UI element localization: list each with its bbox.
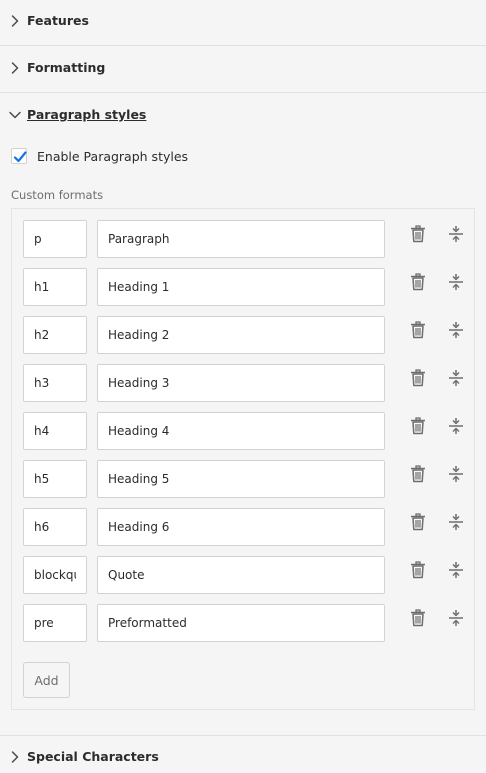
trash-icon: [411, 465, 425, 483]
format-row: [23, 316, 463, 354]
reorder-handle[interactable]: [441, 364, 471, 402]
format-name-input[interactable]: [97, 508, 385, 546]
custom-formats-label: Custom formats: [11, 188, 104, 202]
format-tag-input[interactable]: [23, 556, 87, 594]
format-tag-input[interactable]: [23, 508, 87, 546]
trash-icon: [411, 225, 425, 243]
delete-button[interactable]: [403, 556, 433, 594]
reorder-handle[interactable]: [441, 412, 471, 450]
move-vertical-icon: [449, 466, 463, 482]
trash-icon: [411, 273, 425, 291]
trash-icon: [411, 417, 425, 435]
reorder-handle[interactable]: [441, 460, 471, 498]
move-vertical-icon: [449, 370, 463, 386]
move-vertical-icon: [449, 514, 463, 530]
format-tag-input[interactable]: [23, 604, 87, 642]
delete-button[interactable]: [403, 604, 433, 642]
custom-formats-list: Add: [11, 208, 475, 710]
trash-icon: [411, 513, 425, 531]
format-row: [23, 220, 463, 258]
rte-plugins-panel: Features Formatting Paragraph styles Ena…: [0, 0, 486, 773]
chevron-right-icon: [11, 15, 19, 27]
move-vertical-icon: [449, 274, 463, 290]
delete-button[interactable]: [403, 316, 433, 354]
trash-icon: [411, 369, 425, 387]
delete-button[interactable]: [403, 268, 433, 306]
format-tag-input[interactable]: [23, 412, 87, 450]
section-features-header[interactable]: Features: [0, 0, 486, 46]
format-name-input[interactable]: [97, 364, 385, 402]
chevron-right-icon: [11, 62, 19, 74]
format-name-input[interactable]: [97, 268, 385, 306]
trash-icon: [411, 609, 425, 627]
reorder-handle[interactable]: [441, 316, 471, 354]
format-row: [23, 604, 463, 642]
section-title: Formatting: [27, 60, 106, 75]
reorder-handle[interactable]: [441, 604, 471, 642]
format-tag-input[interactable]: [23, 316, 87, 354]
reorder-handle[interactable]: [441, 556, 471, 594]
format-row: [23, 364, 463, 402]
chevron-down-icon: [9, 111, 21, 119]
format-tag-input[interactable]: [23, 460, 87, 498]
chevron-right-icon: [11, 751, 19, 763]
section-title: Special Characters: [27, 749, 159, 764]
delete-button[interactable]: [403, 364, 433, 402]
checkbox-box[interactable]: [11, 148, 27, 164]
format-row: [23, 268, 463, 306]
add-format-button[interactable]: Add: [23, 662, 70, 698]
format-name-input[interactable]: [97, 556, 385, 594]
section-paragraph-styles-header[interactable]: Paragraph styles: [0, 94, 486, 140]
trash-icon: [411, 321, 425, 339]
format-tag-input[interactable]: [23, 220, 87, 258]
format-row: [23, 460, 463, 498]
move-vertical-icon: [449, 418, 463, 434]
checkmark-icon: [13, 151, 27, 163]
format-name-input[interactable]: [97, 316, 385, 354]
move-vertical-icon: [449, 322, 463, 338]
trash-icon: [411, 561, 425, 579]
section-title: Paragraph styles: [27, 107, 147, 122]
move-vertical-icon: [449, 562, 463, 578]
format-tag-input[interactable]: [23, 364, 87, 402]
format-name-input[interactable]: [97, 220, 385, 258]
format-row: [23, 508, 463, 546]
format-row: [23, 412, 463, 450]
delete-button[interactable]: [403, 508, 433, 546]
format-name-input[interactable]: [97, 460, 385, 498]
checkbox-label: Enable Paragraph styles: [37, 149, 189, 164]
delete-button[interactable]: [403, 460, 433, 498]
section-special-characters-header[interactable]: Special Characters: [0, 735, 486, 773]
move-vertical-icon: [449, 226, 463, 242]
format-name-input[interactable]: [97, 604, 385, 642]
section-title: Features: [27, 13, 89, 28]
section-formatting-header[interactable]: Formatting: [0, 47, 486, 93]
delete-button[interactable]: [403, 412, 433, 450]
format-row: [23, 556, 463, 594]
reorder-handle[interactable]: [441, 220, 471, 258]
reorder-handle[interactable]: [441, 268, 471, 306]
delete-button[interactable]: [403, 220, 433, 258]
format-tag-input[interactable]: [23, 268, 87, 306]
move-vertical-icon: [449, 610, 463, 626]
format-name-input[interactable]: [97, 412, 385, 450]
reorder-handle[interactable]: [441, 508, 471, 546]
